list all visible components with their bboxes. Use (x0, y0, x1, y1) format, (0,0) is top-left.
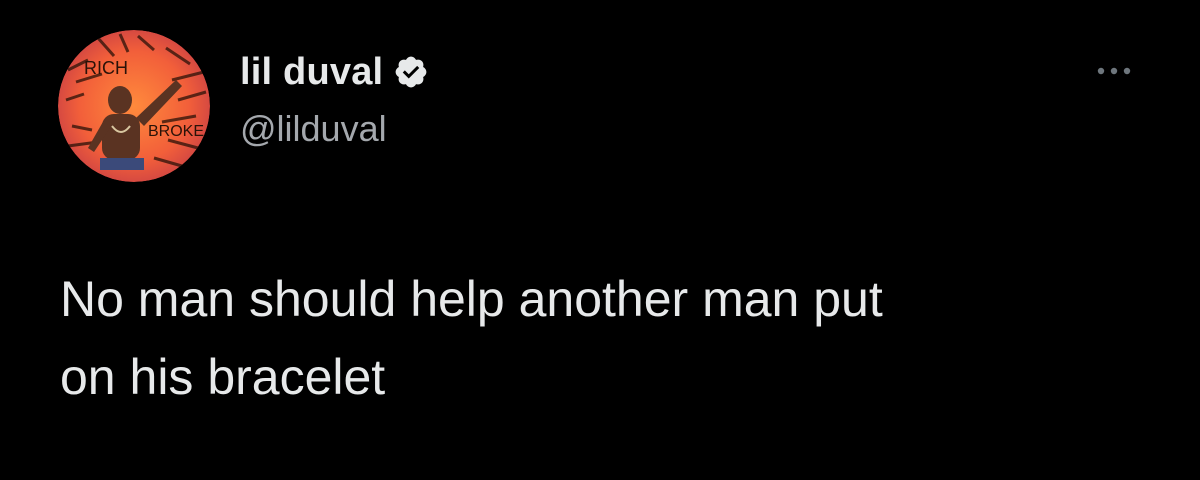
more-options-button[interactable] (1088, 56, 1140, 86)
display-name[interactable]: lil duval (240, 51, 383, 94)
avatar-lettering-rich: RICH (84, 58, 128, 78)
user-handle[interactable]: @lilduval (240, 108, 387, 150)
verified-badge-icon (393, 54, 429, 90)
tweet-card: RICH BROKE lil duval @lilduval No man sh… (0, 0, 1200, 480)
avatar-lettering-broke: BROKE (148, 123, 204, 140)
avatar[interactable]: RICH BROKE (58, 30, 210, 182)
more-horizontal-icon (1097, 67, 1131, 75)
tweet-text: No man should help another man put on hi… (60, 271, 883, 405)
author-header: lil duval (240, 48, 429, 96)
avatar-image: RICH BROKE (58, 30, 210, 182)
